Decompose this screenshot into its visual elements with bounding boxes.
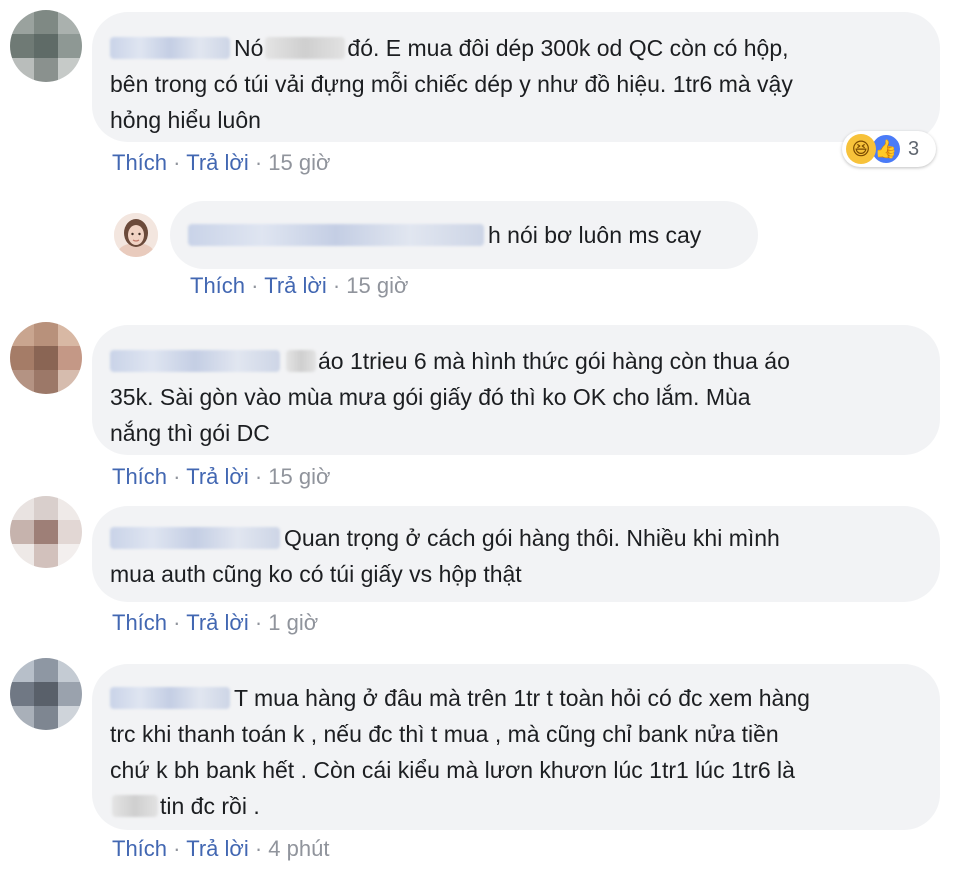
commenter-name[interactable]: [110, 527, 280, 549]
like-link[interactable]: Thích: [112, 150, 167, 175]
separator: ·: [173, 836, 181, 861]
reply-link[interactable]: Trả lời: [186, 610, 249, 635]
separator: ·: [332, 273, 341, 298]
timestamp[interactable]: 15 giờ: [346, 273, 408, 298]
comment-text: áo 1trieu 6 mà hình thức gói hàng còn th…: [318, 348, 790, 374]
separator: ·: [173, 464, 181, 489]
comment-bubble: T mua hàng ở đâu mà trên 1tr t toàn hỏi …: [92, 664, 940, 830]
comment-actions: Thích · Trả lời · 15 giờ: [190, 273, 408, 299]
comment-bubble: áo 1trieu 6 mà hình thức gói hàng còn th…: [92, 325, 940, 455]
comment-text: tin đc rồi .: [160, 793, 260, 819]
timestamp[interactable]: 15 giờ: [268, 150, 330, 175]
comment-text: hỏng hiểu luôn: [110, 107, 261, 133]
like-link[interactable]: Thích: [112, 836, 167, 861]
comment-bubble: h nói bơ luôn ms cay: [170, 201, 758, 269]
separator: ·: [251, 273, 259, 298]
reply-link[interactable]: Trả lời: [186, 464, 249, 489]
comment-text: đó. E mua đôi dép 300k od QC còn có hộp,: [347, 35, 789, 61]
comment-text: 35k. Sài gòn vào mùa mưa gói giấy đó thì…: [110, 384, 751, 410]
separator: ·: [173, 610, 181, 635]
comment-text: chứ k bh bank hết . Còn cái kiểu mà lươn…: [110, 757, 795, 783]
commenter-name[interactable]: [110, 687, 230, 709]
separator: ·: [254, 150, 263, 175]
commenter-name[interactable]: [110, 37, 230, 59]
like-link[interactable]: Thích: [112, 610, 167, 635]
comment-bubble: Quan trọng ở cách gói hàng thôi. Nhiều k…: [92, 506, 940, 602]
separator: ·: [173, 150, 181, 175]
avatar[interactable]: [10, 10, 82, 82]
avatar[interactable]: [10, 496, 82, 568]
comment-text: mua auth cũng ko có túi giấy vs hộp thật: [110, 561, 522, 587]
timestamp[interactable]: 15 giờ: [268, 464, 330, 489]
redacted-text: [286, 350, 316, 372]
timestamp[interactable]: 1 giờ: [268, 610, 318, 635]
comment-actions: Thích · Trả lời · 1 giờ: [112, 610, 318, 636]
reaction-count: 3: [908, 137, 920, 160]
avatar[interactable]: [10, 322, 82, 394]
reply-link[interactable]: Trả lời: [186, 150, 249, 175]
comment-text: T mua hàng ở đâu mà trên 1tr t toàn hỏi …: [234, 685, 810, 711]
reply-link[interactable]: Trả lời: [264, 273, 327, 298]
user-photo-avatar: [114, 213, 158, 257]
commenter-name[interactable]: [188, 224, 484, 246]
comment-actions: Thích · Trả lời · 15 giờ: [112, 150, 330, 176]
separator: ·: [254, 464, 263, 489]
separator: ·: [254, 610, 263, 635]
avatar[interactable]: [114, 213, 158, 257]
commenter-name[interactable]: [110, 350, 280, 372]
comment-text: Quan trọng ở cách gói hàng thôi. Nhiều k…: [284, 525, 780, 551]
separator: ·: [254, 836, 263, 861]
comment-bubble: Nó đó. E mua đôi dép 300k od QC còn có hộ…: [92, 12, 940, 142]
avatar[interactable]: [10, 658, 82, 730]
redacted-text: [265, 37, 346, 59]
comment-text: nắng thì gói DC: [110, 420, 270, 446]
reply-link[interactable]: Trả lời: [186, 836, 249, 861]
redacted-text: [112, 795, 158, 817]
comment-actions: Thích · Trả lời · 4 phút: [112, 836, 329, 862]
haha-emoji-icon: 😆: [846, 134, 876, 164]
timestamp[interactable]: 4 phút: [268, 836, 329, 861]
comment-text: trc khi thanh toán k , nếu đc thì t mua …: [110, 721, 779, 747]
comment-text: bên trong có túi vải đựng mỗi chiếc dép …: [110, 71, 793, 97]
like-link[interactable]: Thích: [112, 464, 167, 489]
like-link[interactable]: Thích: [190, 273, 245, 298]
reaction-summary[interactable]: 😆 👍 3: [842, 131, 936, 167]
comment-text: Nó: [234, 35, 264, 61]
comment-actions: Thích · Trả lời · 15 giờ: [112, 464, 330, 490]
comment-text: h nói bơ luôn ms cay: [488, 222, 702, 248]
